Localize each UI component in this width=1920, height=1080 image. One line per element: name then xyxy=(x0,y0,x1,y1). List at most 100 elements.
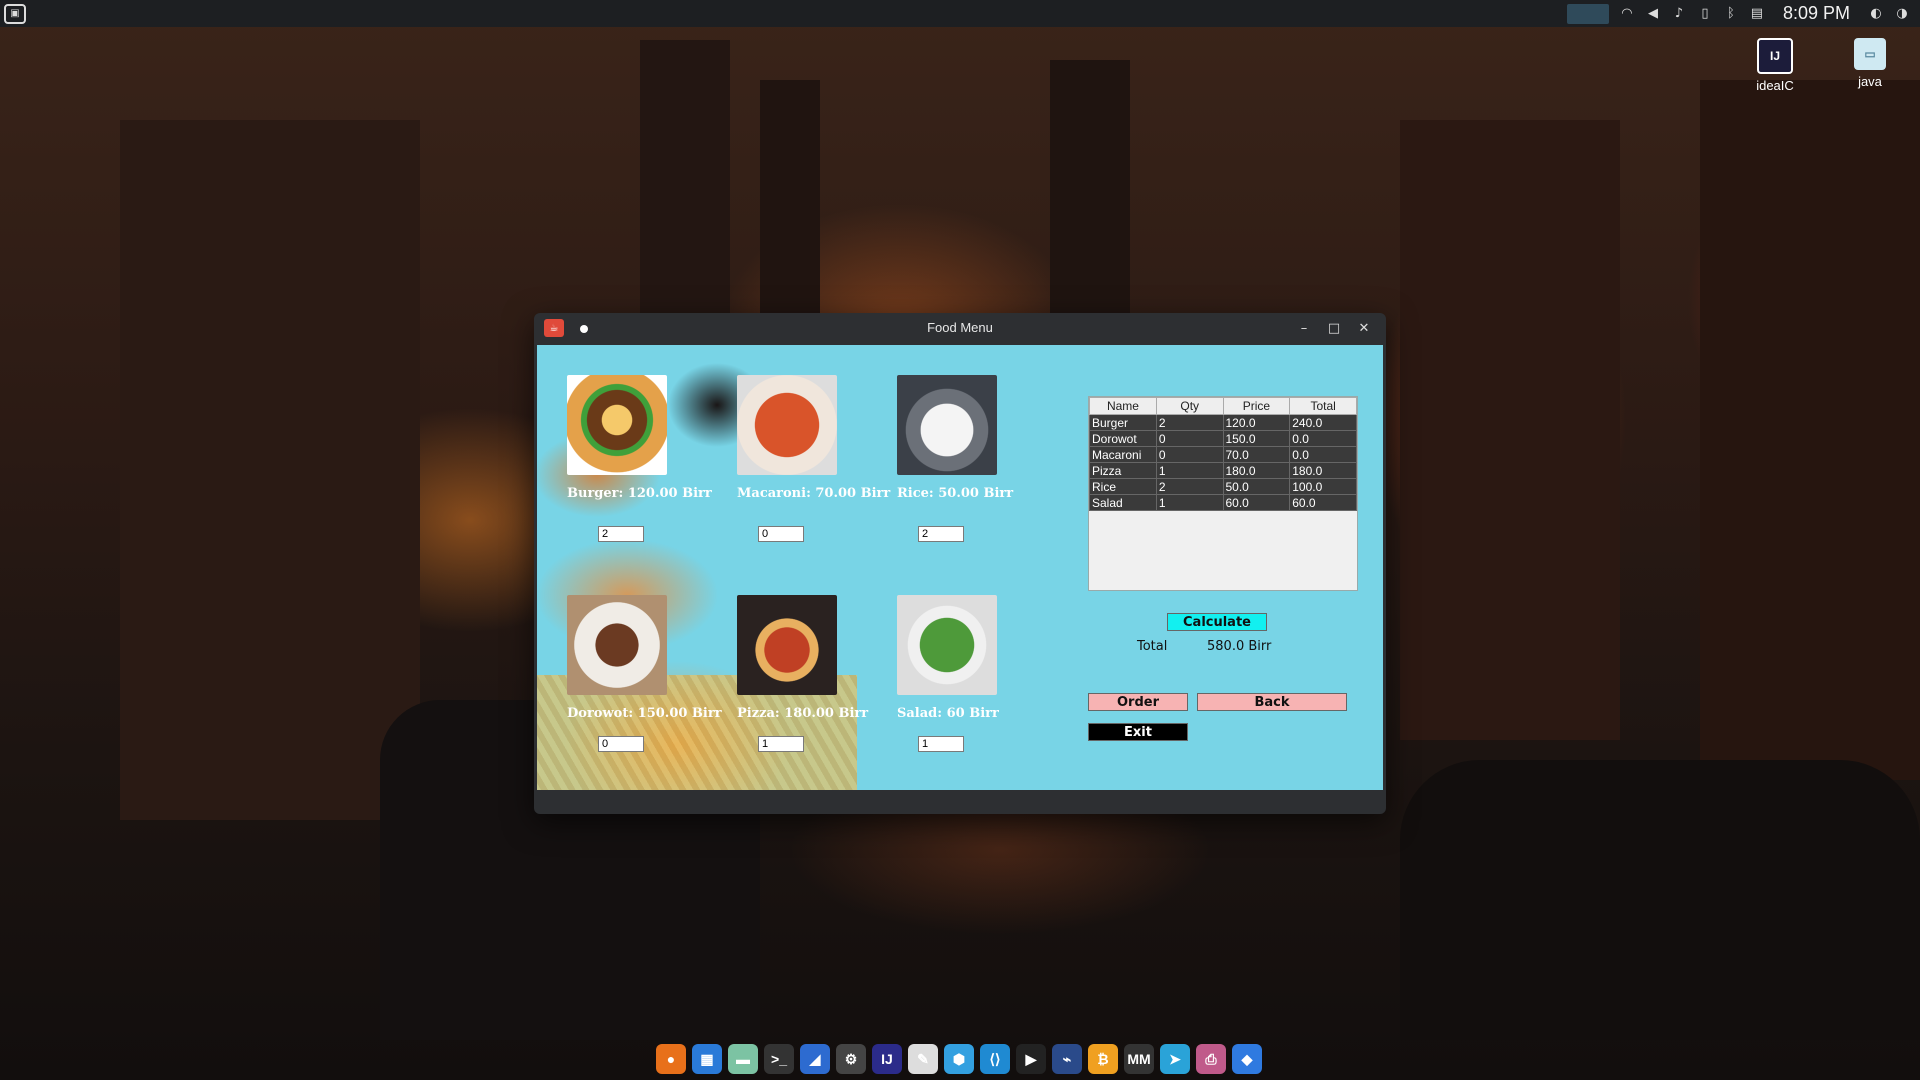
table-header-row: Name Qty Price Total xyxy=(1089,397,1357,415)
back-button[interactable]: Back xyxy=(1197,693,1347,711)
calculate-button[interactable]: Calculate xyxy=(1167,613,1267,631)
diamond-icon[interactable]: ◆ xyxy=(1232,1044,1262,1074)
play-icon[interactable]: ▶ xyxy=(1016,1044,1046,1074)
table-row[interactable]: Macaroni 0 70.0 0.0 xyxy=(1089,446,1357,463)
table-cell[interactable]: 180.0 xyxy=(1222,462,1291,479)
order-table-grid[interactable]: Name Qty Price Total Burger 2 120.0 240.0 D… xyxy=(1089,397,1357,511)
network-icon[interactable]: ⌁ xyxy=(1052,1044,1082,1074)
wifi-icon[interactable]: ◠ xyxy=(1619,6,1635,22)
mm-icon[interactable]: MM xyxy=(1124,1044,1154,1074)
table-cell[interactable]: 100.0 xyxy=(1289,478,1357,495)
window-titlebar[interactable]: ☕ Food Menu – □ ✕ xyxy=(534,313,1386,343)
table-cell[interactable]: 240.0 xyxy=(1289,414,1357,431)
rice-label: Rice: 50.00 Birr xyxy=(897,486,1014,501)
terminal-icon[interactable]: >_ xyxy=(764,1044,794,1074)
dorowot-label: Dorowot: 150.00 Birr xyxy=(567,706,722,721)
vscode-icon[interactable]: ⟨⟩ xyxy=(980,1044,1010,1074)
burger-label: Burger: 120.00 Birr xyxy=(567,486,712,501)
burger-qty-input[interactable] xyxy=(598,526,644,542)
table-row[interactable]: Dorowot 0 150.0 0.0 xyxy=(1089,430,1357,447)
desktop-icon-label: java xyxy=(1858,74,1882,89)
salad-label: Salad: 60 Birr xyxy=(897,706,999,721)
menu-panel: Burger: 120.00 Birr Macaroni: 70.00 Birr… xyxy=(537,345,1383,790)
dock: ● ▦ ▬ >_ ◢ ⚙ IJ ✎ ⬢ ⟨⟩ ▶ ⌁ ₿ MM ➤ ⎙ ◆ xyxy=(656,1040,1262,1078)
wallpaper-building xyxy=(1400,120,1620,740)
table-row[interactable]: Salad 1 60.0 60.0 xyxy=(1089,494,1357,511)
table-cell[interactable]: 60.0 xyxy=(1289,494,1357,511)
close-icon[interactable]: ✕ xyxy=(1354,318,1374,338)
settings-icon[interactable]: ⚙ xyxy=(836,1044,866,1074)
notes-icon[interactable]: ✎ xyxy=(908,1044,938,1074)
pizza-image xyxy=(737,595,837,695)
table-cell[interactable]: 1 xyxy=(1155,494,1224,511)
desktop-icon-label: ideaIC xyxy=(1756,78,1794,93)
table-cell[interactable]: 50.0 xyxy=(1222,478,1291,495)
order-button[interactable]: Order xyxy=(1088,693,1188,711)
food-menu-window: ☕ Food Menu – □ ✕ Burger: 120.00 Birr Ma… xyxy=(534,313,1386,814)
table-cell[interactable]: Macaroni xyxy=(1089,446,1157,463)
table-cell[interactable]: 2 xyxy=(1155,478,1224,495)
telegram-icon[interactable]: ➤ xyxy=(1160,1044,1190,1074)
table-cell[interactable]: Rice xyxy=(1089,478,1157,495)
salad-qty-input[interactable] xyxy=(918,736,964,752)
total-value: 580.0 Birr xyxy=(1207,639,1272,654)
column-header-name[interactable]: Name xyxy=(1089,397,1157,415)
table-row[interactable]: Rice 2 50.0 100.0 xyxy=(1089,478,1357,495)
table-cell[interactable]: 1 xyxy=(1155,462,1224,479)
clipboard-icon[interactable]: ▤ xyxy=(1749,6,1765,22)
table-cell[interactable]: 0.0 xyxy=(1289,430,1357,447)
network-status-icon[interactable]: ◐ xyxy=(1868,6,1884,22)
table-cell[interactable]: 0 xyxy=(1155,446,1224,463)
order-table[interactable]: Name Qty Price Total Burger 2 120.0 240.0 D… xyxy=(1088,396,1358,591)
app-menu-icon[interactable]: ▣ xyxy=(4,3,26,24)
dorowot-image xyxy=(567,595,667,695)
macaroni-qty-input[interactable] xyxy=(758,526,804,542)
table-cell[interactable]: 2 xyxy=(1155,414,1224,431)
exit-button[interactable]: Exit xyxy=(1088,723,1188,741)
rice-qty-input[interactable] xyxy=(918,526,964,542)
battery-alert-icon[interactable]: ▯ xyxy=(1697,6,1713,22)
table-row[interactable]: Burger 2 120.0 240.0 xyxy=(1089,414,1357,431)
clock[interactable]: 8:09 PM xyxy=(1783,3,1850,24)
maximize-icon[interactable]: □ xyxy=(1324,318,1344,338)
tray-apps-indicator[interactable] xyxy=(1566,3,1609,24)
update-icon[interactable]: ◑ xyxy=(1894,6,1910,22)
intellij-icon[interactable]: IJ xyxy=(872,1044,902,1074)
table-cell[interactable]: Salad xyxy=(1089,494,1157,511)
top-panel: ▣ ◠ ◀ ♪ ▯ ᛒ ▤ 8:09 PM ◐ ◑ xyxy=(0,0,1920,27)
column-header-price[interactable]: Price xyxy=(1222,397,1291,415)
windows-icon[interactable]: ▦ xyxy=(692,1044,722,1074)
volume-icon[interactable]: ◀ xyxy=(1645,6,1661,22)
table-cell[interactable]: Burger xyxy=(1089,414,1157,431)
table-cell[interactable]: Pizza xyxy=(1089,462,1157,479)
pizza-qty-input[interactable] xyxy=(758,736,804,752)
burger-image xyxy=(567,375,667,475)
bell-icon[interactable]: ♪ xyxy=(1671,6,1687,22)
table-cell[interactable]: 120.0 xyxy=(1222,414,1291,431)
dorowot-qty-input[interactable] xyxy=(598,736,644,752)
minimize-icon[interactable]: – xyxy=(1294,318,1314,338)
firefox-icon[interactable]: ● xyxy=(656,1044,686,1074)
table-cell[interactable]: 60.0 xyxy=(1222,494,1291,511)
printer-icon[interactable]: ⎙ xyxy=(1196,1044,1226,1074)
column-header-total[interactable]: Total xyxy=(1289,397,1357,415)
window-title: Food Menu xyxy=(927,320,993,335)
table-cell[interactable]: 150.0 xyxy=(1222,430,1291,447)
table-cell[interactable]: 0.0 xyxy=(1289,446,1357,463)
cube-icon[interactable]: ⬢ xyxy=(944,1044,974,1074)
column-header-qty[interactable]: Qty xyxy=(1155,397,1224,415)
intellij-icon: IJ xyxy=(1757,38,1793,74)
bluetooth-icon[interactable]: ᛒ xyxy=(1723,6,1739,22)
table-cell[interactable]: 0 xyxy=(1155,430,1224,447)
table-cell[interactable]: Dorowot xyxy=(1089,430,1157,447)
bitcoin-icon[interactable]: ₿ xyxy=(1088,1044,1118,1074)
table-cell[interactable]: 70.0 xyxy=(1222,446,1291,463)
files-icon[interactable]: ▬ xyxy=(728,1044,758,1074)
desktop-icon-java[interactable]: ▭ java xyxy=(1840,38,1900,89)
table-row[interactable]: Pizza 1 180.0 180.0 xyxy=(1089,462,1357,479)
wallpaper-building xyxy=(1700,80,1920,780)
total-label: Total xyxy=(1137,639,1168,654)
app-blue-icon[interactable]: ◢ xyxy=(800,1044,830,1074)
table-cell[interactable]: 180.0 xyxy=(1289,462,1357,479)
desktop-icon-ideaic[interactable]: IJ ideaIC xyxy=(1745,38,1805,93)
